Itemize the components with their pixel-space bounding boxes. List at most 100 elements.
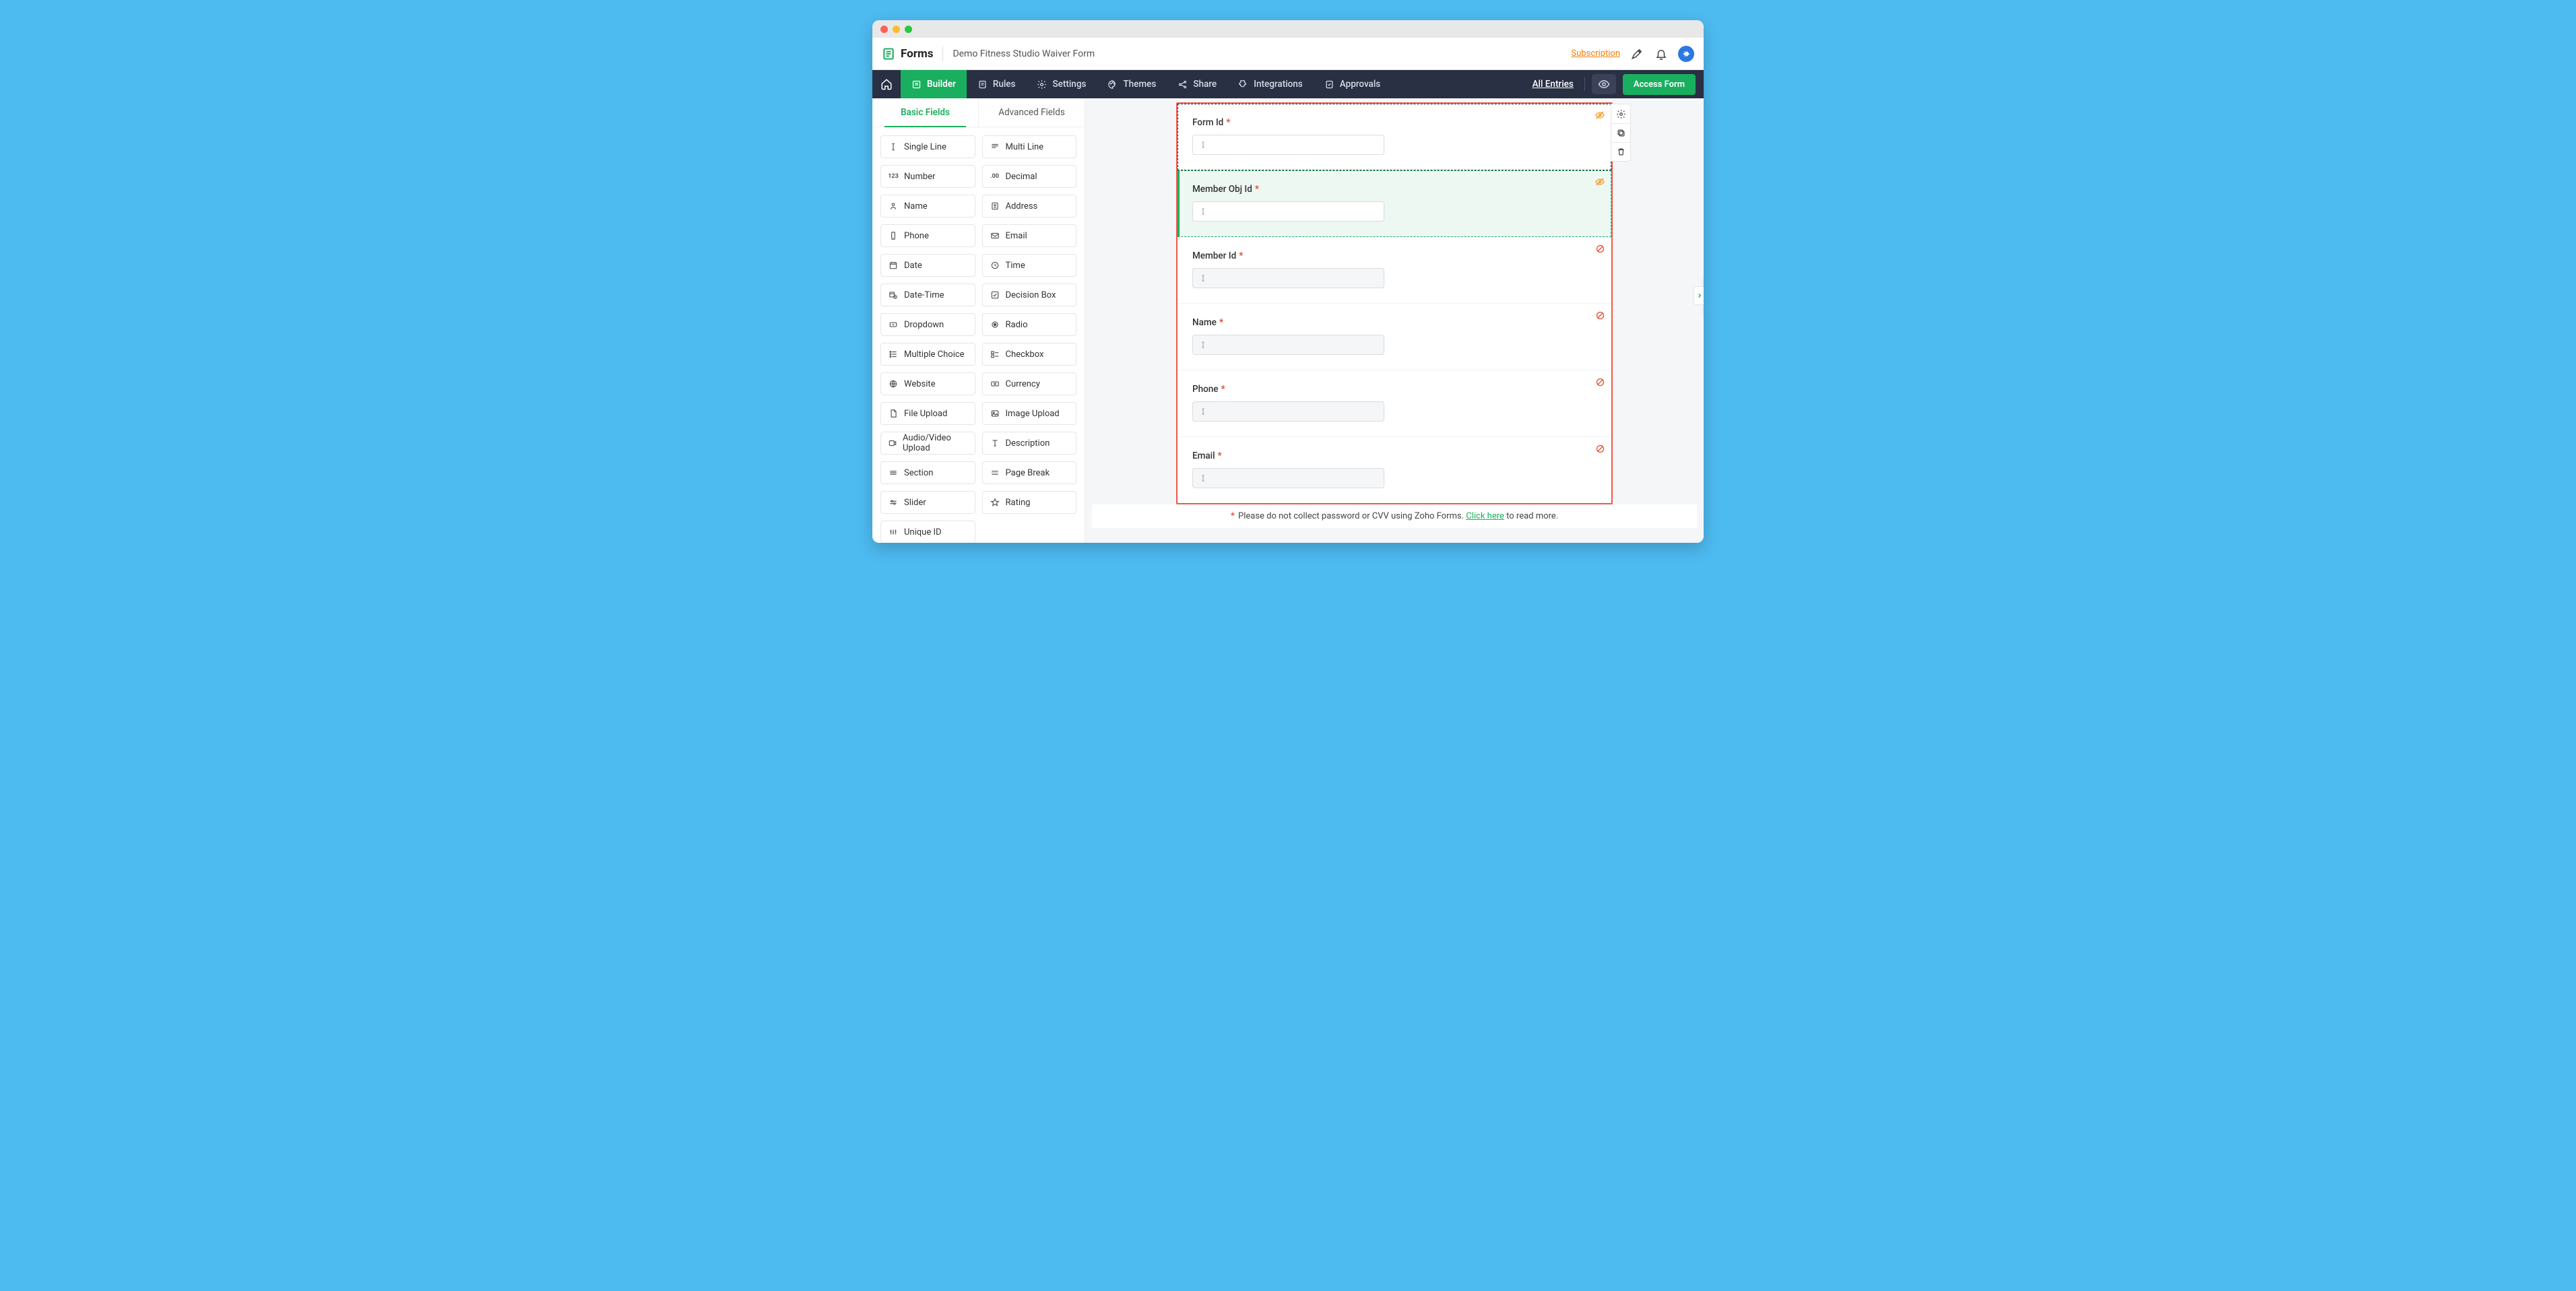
nav-themes[interactable]: Themes bbox=[1097, 70, 1167, 98]
nav-integrations-label: Integrations bbox=[1254, 79, 1303, 90]
separator bbox=[942, 46, 943, 61]
nav-share[interactable]: Share bbox=[1167, 70, 1227, 98]
field-address[interactable]: Address bbox=[982, 195, 1077, 218]
window-minimize-dot[interactable] bbox=[893, 26, 900, 33]
tab-basic-fields[interactable]: Basic Fields bbox=[872, 98, 978, 127]
field-file-upload[interactable]: File Upload bbox=[880, 402, 975, 425]
nav-approvals[interactable]: Approvals bbox=[1314, 70, 1391, 98]
nav-rules[interactable]: Rules bbox=[967, 70, 1027, 98]
menubar: Builder Rules Settings Themes Share Inte… bbox=[872, 70, 1704, 98]
field-image-upload[interactable]: Image Upload bbox=[982, 402, 1077, 425]
separator bbox=[1584, 77, 1585, 91]
field-checkbox[interactable]: Checkbox bbox=[982, 343, 1077, 366]
email-icon bbox=[990, 230, 1000, 241]
element-settings-button[interactable] bbox=[1611, 104, 1630, 123]
all-entries-link[interactable]: All Entries bbox=[1533, 79, 1574, 90]
home-button[interactable] bbox=[872, 70, 901, 98]
app-switcher-icon[interactable] bbox=[1678, 46, 1694, 62]
element-input[interactable] bbox=[1192, 335, 1384, 355]
form-element-form-id[interactable]: Form Id* bbox=[1178, 104, 1611, 170]
field-radio[interactable]: Radio bbox=[982, 313, 1077, 336]
currency-icon bbox=[990, 378, 1000, 389]
access-form-button[interactable]: Access Form bbox=[1623, 74, 1696, 95]
checkbox-icon bbox=[990, 290, 1000, 300]
nav-settings-label: Settings bbox=[1052, 79, 1086, 90]
window-maximize-dot[interactable] bbox=[905, 26, 912, 33]
field-website[interactable]: Website bbox=[880, 372, 975, 395]
form-element-member-id[interactable]: Member Id* bbox=[1178, 237, 1611, 304]
element-duplicate-button[interactable] bbox=[1611, 123, 1630, 142]
window-close-dot[interactable] bbox=[880, 26, 888, 33]
nav-builder[interactable]: Builder bbox=[901, 70, 967, 98]
field-decision-box[interactable]: Decision Box bbox=[982, 284, 1077, 306]
field-date-time[interactable]: Date-Time bbox=[880, 284, 975, 306]
field-page-break[interactable]: Page Break bbox=[982, 461, 1077, 484]
field-label: Page Break bbox=[1006, 468, 1050, 478]
expand-panel-button[interactable] bbox=[1694, 286, 1704, 305]
tab-advanced-fields[interactable]: Advanced Fields bbox=[978, 98, 1085, 127]
form-element-phone[interactable]: Phone* bbox=[1178, 370, 1611, 437]
workarea: Basic Fields Advanced Fields Single Line… bbox=[872, 98, 1704, 543]
globe-icon bbox=[888, 378, 899, 389]
field-section[interactable]: Section bbox=[880, 461, 975, 484]
element-input[interactable] bbox=[1192, 135, 1384, 155]
field-decimal[interactable]: .00 Decimal bbox=[982, 165, 1077, 188]
preview-button[interactable] bbox=[1592, 74, 1616, 94]
field-label: Date-Time bbox=[904, 290, 944, 300]
field-email[interactable]: Email bbox=[982, 224, 1077, 247]
element-delete-button[interactable] bbox=[1611, 142, 1630, 161]
field-description[interactable]: Description bbox=[982, 432, 1077, 455]
nav-share-label: Share bbox=[1193, 79, 1217, 90]
footer-link[interactable]: Click here bbox=[1466, 511, 1504, 521]
field-label: Multi Line bbox=[1006, 142, 1044, 152]
field-label: Single Line bbox=[904, 142, 946, 152]
field-slider[interactable]: Slider bbox=[880, 491, 975, 514]
tools-icon[interactable] bbox=[1630, 46, 1644, 61]
element-input[interactable] bbox=[1192, 468, 1384, 488]
nav-settings[interactable]: Settings bbox=[1026, 70, 1097, 98]
subscription-link[interactable]: Subscription bbox=[1571, 48, 1620, 59]
field-currency[interactable]: Currency bbox=[982, 372, 1077, 395]
media-icon bbox=[888, 438, 897, 449]
form-element-member-obj-id[interactable]: Member Obj Id* bbox=[1178, 170, 1611, 237]
field-rating[interactable]: Rating bbox=[982, 491, 1077, 514]
field-phone[interactable]: Phone bbox=[880, 224, 975, 247]
fields-panel-tabs: Basic Fields Advanced Fields bbox=[872, 98, 1085, 127]
field-label: Phone bbox=[904, 231, 929, 241]
field-name[interactable]: Name bbox=[880, 195, 975, 218]
file-icon bbox=[888, 408, 899, 419]
required-star: * bbox=[1239, 251, 1243, 261]
field-dropdown[interactable]: Dropdown bbox=[880, 313, 975, 336]
field-unique-id[interactable]: Unique ID bbox=[880, 521, 975, 543]
field-multiple-choice[interactable]: Multiple Choice bbox=[880, 343, 975, 366]
field-audio-video-upload[interactable]: Audio/Video Upload bbox=[880, 432, 975, 455]
field-single-line[interactable]: Single Line bbox=[880, 135, 975, 158]
number-icon: 123 bbox=[888, 171, 899, 182]
field-time[interactable]: Time bbox=[982, 254, 1077, 277]
element-input[interactable] bbox=[1192, 268, 1384, 288]
field-number[interactable]: 123 Number bbox=[880, 165, 975, 188]
form-element-name[interactable]: Name* bbox=[1178, 304, 1611, 370]
element-input[interactable] bbox=[1192, 401, 1384, 422]
text-cursor-icon bbox=[1198, 341, 1208, 349]
canvas-area: Form Id* Member Obj Id* Member Id* Name* bbox=[1085, 98, 1704, 543]
form-element-email[interactable]: Email* bbox=[1178, 437, 1611, 503]
field-label: Address bbox=[1006, 201, 1038, 211]
hidden-icon bbox=[1594, 109, 1606, 121]
share-icon bbox=[1178, 79, 1188, 90]
field-label: Slider bbox=[904, 498, 926, 508]
id-icon bbox=[888, 527, 899, 537]
required-star: * bbox=[1255, 184, 1259, 195]
checkboxes-icon bbox=[990, 349, 1000, 360]
element-input[interactable] bbox=[1192, 201, 1384, 222]
forms-logo-icon bbox=[882, 47, 895, 61]
field-date[interactable]: Date bbox=[880, 254, 975, 277]
nav-integrations[interactable]: Integrations bbox=[1227, 70, 1314, 98]
required-star: * bbox=[1226, 117, 1230, 128]
brand-text: Forms bbox=[901, 47, 933, 61]
bell-icon[interactable] bbox=[1654, 46, 1669, 61]
builder-icon bbox=[911, 79, 922, 90]
field-multi-line[interactable]: Multi Line bbox=[982, 135, 1077, 158]
element-label: Name* bbox=[1192, 317, 1597, 328]
page-break-icon bbox=[990, 467, 1000, 478]
